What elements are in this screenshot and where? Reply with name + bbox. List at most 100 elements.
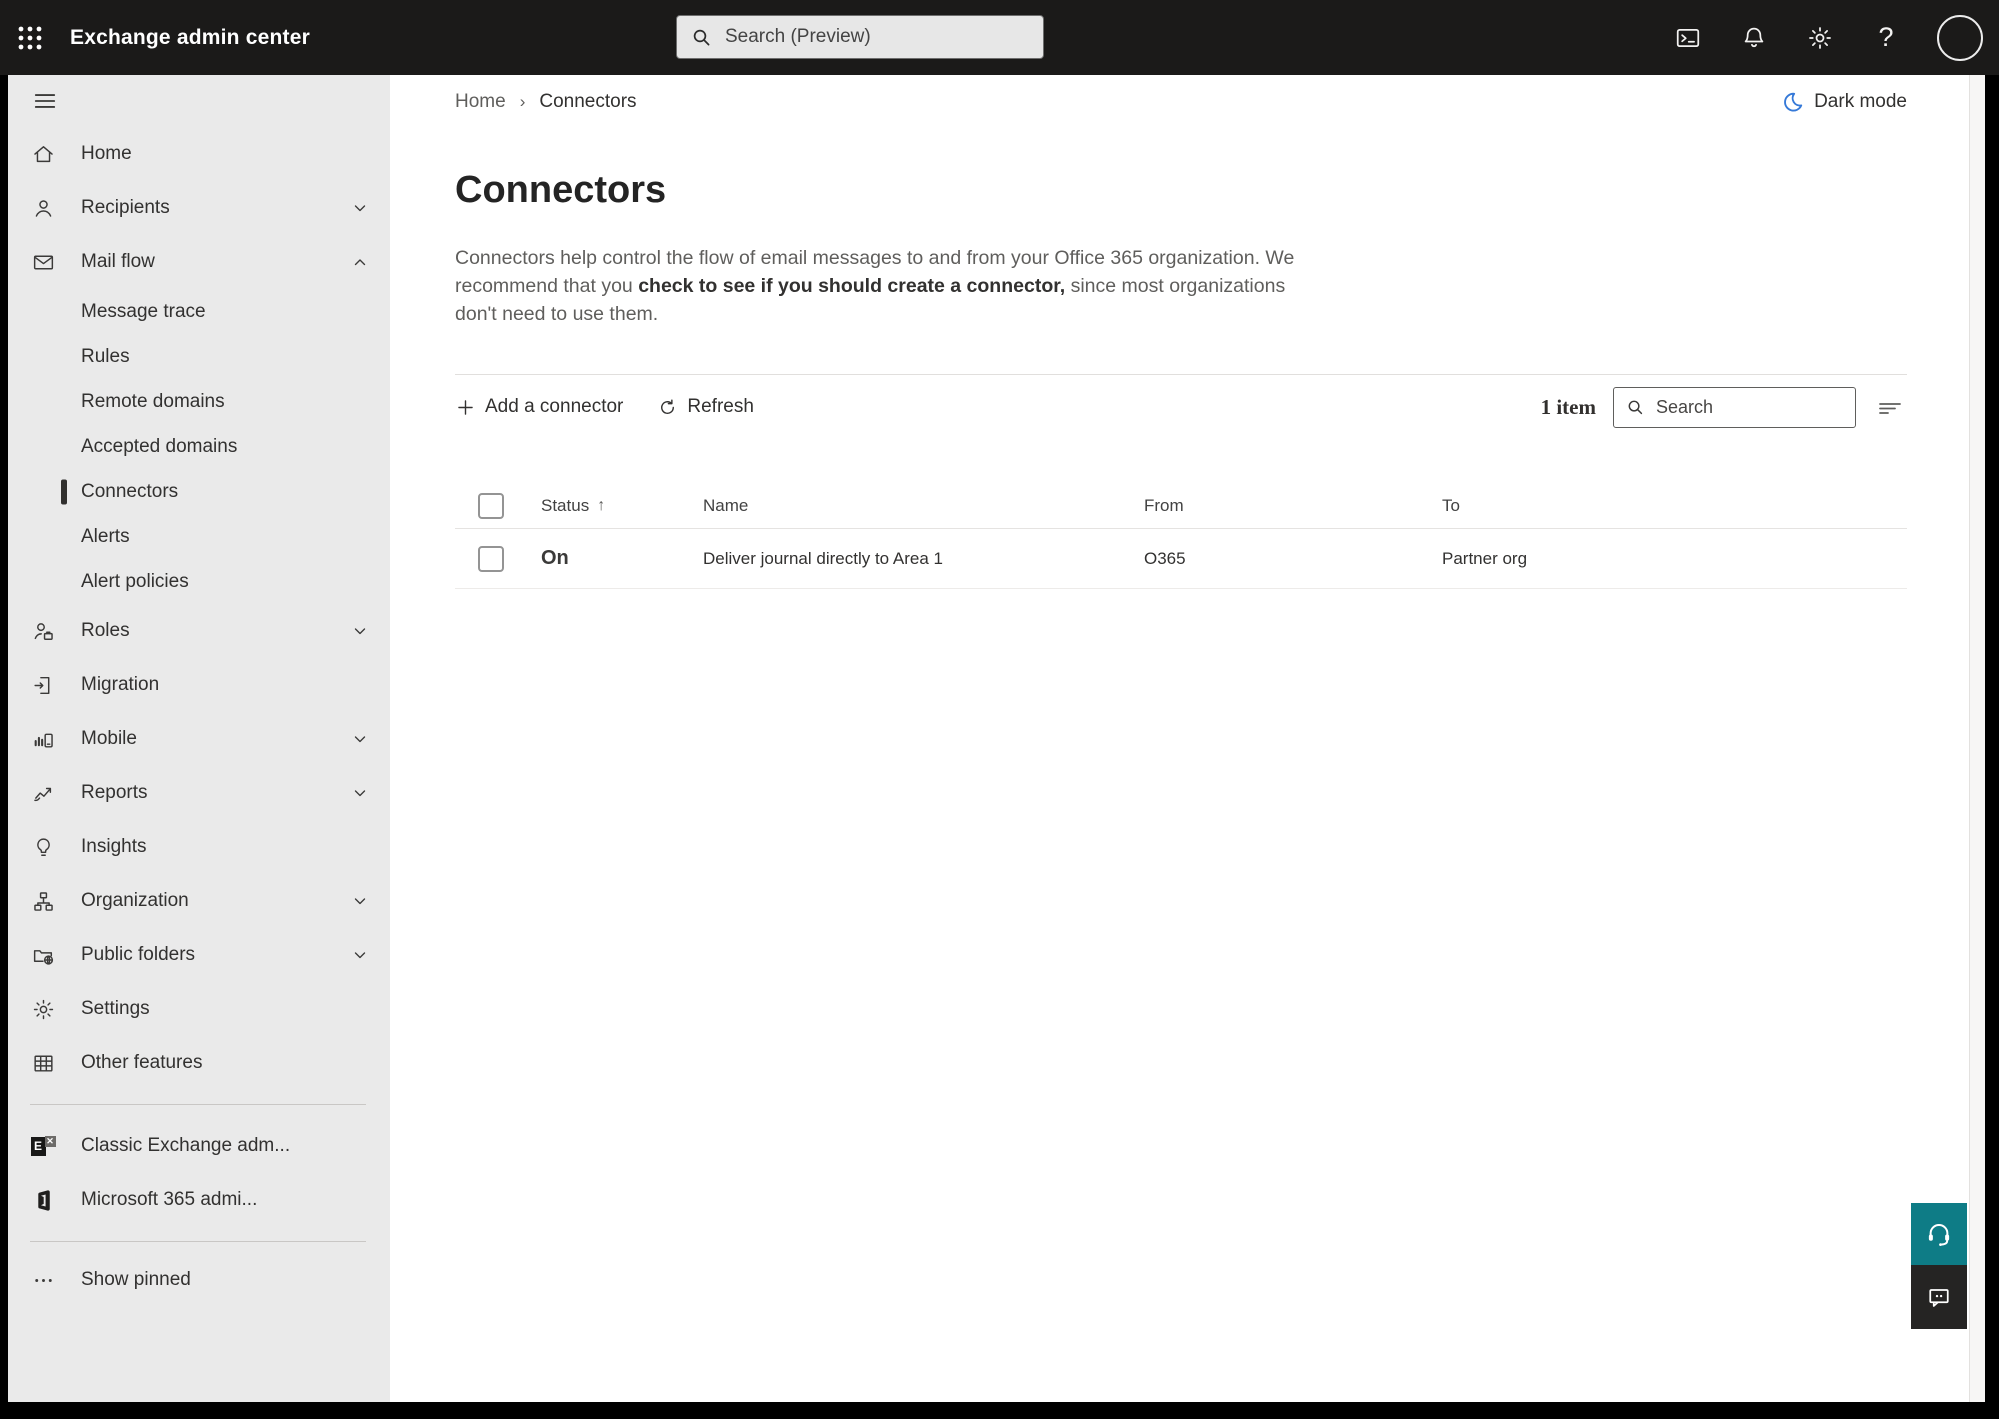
chevron-down-icon: [350, 198, 370, 218]
gear-icon: [30, 997, 56, 1022]
chevron-down-icon: [350, 783, 370, 803]
sidebar-item-organization[interactable]: Organization: [8, 874, 390, 928]
search-icon: [1624, 396, 1646, 418]
topbar-actions: ?: [1673, 0, 1983, 75]
breadcrumb-home-link[interactable]: Home: [455, 91, 506, 113]
add-connector-button[interactable]: Add a connector: [455, 396, 623, 418]
list-search-box[interactable]: [1613, 386, 1888, 428]
sidebar-item-rules[interactable]: Rules: [8, 334, 390, 379]
global-search-box[interactable]: [676, 15, 1044, 59]
refresh-icon: [657, 397, 678, 418]
list-toolbar: Add a connector Refresh 1 item: [455, 375, 1907, 439]
app-launcher-icon[interactable]: [0, 0, 60, 75]
sidebar-item-microsoft-365-admin[interactable]: Microsoft 365 admi...: [8, 1173, 390, 1227]
settings-gear-icon[interactable]: [1805, 23, 1835, 53]
chevron-down-icon: [350, 945, 370, 965]
sidebar-item-show-pinned[interactable]: Show pinned: [8, 1256, 390, 1304]
grid-table-icon: [30, 1051, 56, 1076]
line-chart-icon: [30, 781, 56, 806]
nav-collapse-hamburger-icon[interactable]: [8, 75, 390, 127]
dark-mode-label: Dark mode: [1814, 91, 1907, 112]
item-count: 1 item: [1540, 394, 1596, 419]
breadcrumb: Home › Connectors: [455, 91, 637, 113]
table-row[interactable]: On Deliver journal directly to Area 1 O3…: [455, 529, 1907, 589]
sidebar-item-migration[interactable]: Migration: [8, 658, 390, 712]
assistance-buttons: [1911, 1203, 1967, 1329]
sidebar-item-settings[interactable]: Settings: [8, 982, 390, 1036]
home-icon: [30, 142, 56, 167]
column-header-name[interactable]: Name: [703, 496, 1144, 516]
sidebar-divider: [30, 1241, 366, 1242]
row-to: Partner org: [1442, 548, 1528, 568]
sidebar-item-classic-exchange-admin[interactable]: E ✕ Classic Exchange adm...: [8, 1119, 390, 1173]
plus-icon: [455, 397, 476, 418]
sidebar-divider: [30, 1104, 366, 1105]
folder-globe-icon: [30, 943, 56, 968]
exchange-admin-center-window: { "topbar": { "app_title": "Exchange adm…: [0, 0, 1999, 1419]
page-description: Connectors help control the flow of emai…: [455, 247, 1295, 325]
sidebar-item-message-trace[interactable]: Message trace: [8, 289, 390, 334]
top-app-bar: Exchange admin center Search (Preview) ?: [0, 0, 1999, 75]
sidebar-item-recipients[interactable]: Recipients: [8, 181, 390, 235]
table-header-row: Status ↑ Name From To: [455, 483, 1907, 529]
person-briefcase-icon: [30, 619, 56, 644]
left-navigation: Home Recipients Mail flow Message trace …: [8, 75, 390, 1402]
connectors-table: Status ↑ Name From To On Deliver journal…: [455, 483, 1907, 589]
sort-ascending-icon: ↑: [597, 496, 606, 514]
chat-feedback-icon: [1925, 1283, 1953, 1311]
filter-icon[interactable]: [1873, 390, 1907, 424]
org-tree-icon: [30, 889, 56, 914]
person-icon: [30, 196, 56, 221]
lightbulb-icon: [30, 835, 56, 860]
dark-mode-toggle[interactable]: Dark mode: [1780, 90, 1907, 115]
mail-icon: [30, 250, 56, 275]
page-title: Connectors: [455, 169, 667, 211]
sidebar-item-mail-flow[interactable]: Mail flow: [8, 235, 390, 289]
create-connector-emphasis: check to see if you should create a conn…: [638, 275, 1066, 297]
sidebar-item-mobile[interactable]: Mobile: [8, 712, 390, 766]
column-header-from[interactable]: From: [1144, 496, 1442, 516]
select-all-checkbox[interactable]: [478, 492, 504, 519]
chevron-down-icon: [350, 729, 370, 749]
classic-exchange-logo: E ✕: [30, 1135, 56, 1157]
headset-icon: [1924, 1219, 1954, 1249]
row-checkbox[interactable]: [478, 545, 504, 572]
search-icon: [689, 25, 713, 49]
vertical-scrollbar[interactable]: [1969, 75, 1985, 1402]
list-search-input[interactable]: [1656, 396, 1888, 418]
app-title: Exchange admin center: [70, 25, 310, 49]
mobile-chart-icon: [30, 727, 56, 752]
moon-icon: [1780, 90, 1805, 115]
account-avatar[interactable]: [1937, 14, 1983, 61]
chevron-down-icon: [350, 621, 370, 641]
app-shell: Home Recipients Mail flow Message trace …: [8, 75, 1985, 1402]
ellipsis-icon: [30, 1268, 56, 1293]
sidebar-item-other-features[interactable]: Other features: [8, 1036, 390, 1090]
row-status: On: [541, 547, 569, 569]
column-header-to[interactable]: To: [1442, 496, 1907, 516]
sidebar-item-home[interactable]: Home: [8, 127, 390, 181]
sidebar-item-accepted-domains[interactable]: Accepted domains: [8, 424, 390, 469]
sidebar-item-connectors[interactable]: Connectors: [8, 469, 390, 514]
chevron-down-icon: [350, 891, 370, 911]
sidebar-item-roles[interactable]: Roles: [8, 604, 390, 658]
feedback-button[interactable]: [1911, 1265, 1967, 1329]
row-name: Deliver journal directly to Area 1: [703, 548, 944, 568]
sidebar-item-insights[interactable]: Insights: [8, 820, 390, 874]
sidebar-item-reports[interactable]: Reports: [8, 766, 390, 820]
help-icon[interactable]: ?: [1871, 23, 1901, 53]
refresh-button[interactable]: Refresh: [657, 396, 754, 418]
sidebar-item-remote-domains[interactable]: Remote domains: [8, 379, 390, 424]
column-header-status[interactable]: Status ↑: [541, 496, 703, 516]
chevron-up-icon: [350, 252, 370, 272]
cloud-shell-icon[interactable]: [1673, 23, 1703, 53]
main-content: Home › Connectors Dark mode Connectors C…: [390, 75, 1969, 1402]
global-search-input[interactable]: [725, 26, 1031, 48]
sidebar-item-alert-policies[interactable]: Alert policies: [8, 559, 390, 604]
sidebar-item-public-folders[interactable]: Public folders: [8, 928, 390, 982]
sidebar-item-alerts[interactable]: Alerts: [8, 514, 390, 559]
document-arrow-icon: [30, 673, 56, 698]
breadcrumb-separator: ›: [519, 92, 526, 111]
notifications-bell-icon[interactable]: [1739, 23, 1769, 53]
help-support-button[interactable]: [1911, 1203, 1967, 1265]
